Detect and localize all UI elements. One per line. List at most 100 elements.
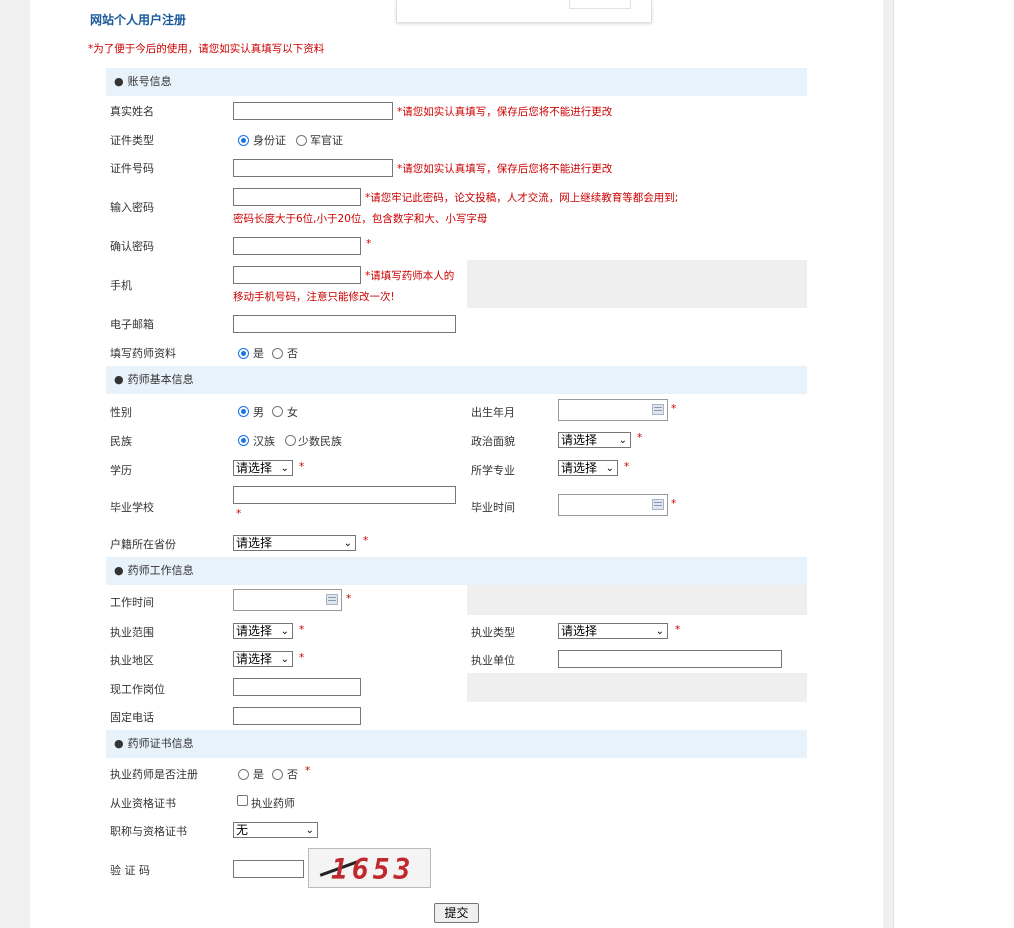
id-type-option-label: 军官证 <box>310 134 343 147</box>
required-star: * <box>305 765 311 777</box>
id-type-radio-officer[interactable] <box>296 135 307 146</box>
chevron-down-icon: ⌄ <box>605 463 614 474</box>
popup-button[interactable] <box>569 0 631 9</box>
required-star: * <box>637 432 643 444</box>
grad-time-label: 毕业时间 <box>471 501 515 514</box>
major-select[interactable]: 请选择 ⌄ <box>558 460 618 476</box>
required-star: * <box>671 498 677 510</box>
password-note-line2: 密码长度大于6位,小于20位，包含数字和大、小写字母 <box>233 213 488 225</box>
pharmacist-info-label: 填写药师资料 <box>110 347 176 360</box>
gray-filler <box>467 585 807 615</box>
chevron-down-icon: ⌄ <box>343 538 352 549</box>
chevron-down-icon: ⌄ <box>280 626 289 637</box>
chevron-down-icon: ⌄ <box>618 435 627 446</box>
option-label: 是 <box>253 768 264 781</box>
mobile-note-line1: *请填写药师本人的 <box>365 270 455 282</box>
option-label: 女 <box>287 406 298 419</box>
birth-date-input[interactable] <box>558 399 668 421</box>
work-time-label: 工作时间 <box>110 596 154 609</box>
chevron-down-icon: ⌄ <box>280 654 289 665</box>
chevron-down-icon: ⌄ <box>305 825 314 836</box>
grad-time-input[interactable] <box>558 494 668 516</box>
page-title: 网站个人用户注册 <box>90 13 187 27</box>
gray-filler <box>467 260 807 308</box>
phone-label: 固定电话 <box>110 711 154 724</box>
political-select[interactable]: 请选择 ⌄ <box>558 432 631 448</box>
major-label: 所学专业 <box>471 464 515 477</box>
captcha-text: 1653 <box>331 853 415 886</box>
gender-label: 性别 <box>110 406 132 419</box>
required-star: * <box>346 593 352 605</box>
practice-type-select[interactable]: 请选择 ⌄ <box>558 623 668 639</box>
captcha-label: 验 证 码 <box>110 864 150 877</box>
pharmacist-info-radio-no[interactable] <box>272 348 283 359</box>
education-select[interactable]: 请选择 ⌄ <box>233 460 293 476</box>
right-blank-panel <box>893 0 1014 928</box>
page-container <box>30 0 883 928</box>
section-basic-header: ● 药师基本信息 <box>106 366 807 394</box>
mobile-label: 手机 <box>110 279 132 292</box>
position-input[interactable] <box>233 678 361 696</box>
id-number-label: 证件号码 <box>110 162 154 175</box>
qualification-option-label: 执业药师 <box>251 797 295 810</box>
registered-radio-no[interactable] <box>272 769 283 780</box>
email-label: 电子邮箱 <box>110 318 154 331</box>
calendar-icon[interactable] <box>326 594 338 605</box>
province-label: 户籍所在省份 <box>110 538 176 551</box>
id-number-note: *请您如实认真填写，保存后您将不能进行更改 <box>397 163 613 175</box>
political-label: 政治面貌 <box>471 435 515 448</box>
mobile-input[interactable] <box>233 266 361 284</box>
required-star: * <box>299 652 305 664</box>
gray-filler <box>467 673 807 702</box>
option-label: 否 <box>287 347 298 360</box>
calendar-icon[interactable] <box>652 499 664 510</box>
practice-type-label: 执业类型 <box>471 626 515 639</box>
registered-label: 执业药师是否注册 <box>110 768 198 781</box>
province-select[interactable]: 请选择 ⌄ <box>233 535 356 551</box>
gender-radio-male[interactable] <box>238 406 249 417</box>
pharmacist-info-radio-yes[interactable] <box>238 348 249 359</box>
real-name-input[interactable] <box>233 102 393 120</box>
option-label: 是 <box>253 347 264 360</box>
gender-radio-female[interactable] <box>272 406 283 417</box>
required-star: * <box>299 624 305 636</box>
id-type-radio-id-card[interactable] <box>238 135 249 146</box>
required-star: * <box>299 461 305 473</box>
section-cert-header: ● 药师证书信息 <box>106 730 807 758</box>
top-popup <box>396 0 652 23</box>
unit-input[interactable] <box>558 650 782 668</box>
bullet-icon: ● <box>114 373 124 386</box>
id-number-input[interactable] <box>233 159 393 177</box>
captcha-image[interactable]: 1653 <box>308 848 431 888</box>
required-star: * <box>624 461 630 473</box>
qualification-label: 从业资格证书 <box>110 797 176 810</box>
phone-input[interactable] <box>233 707 361 725</box>
birth-label: 出生年月 <box>471 406 515 419</box>
required-star: * <box>671 403 677 415</box>
option-label: 汉族 <box>253 435 275 448</box>
school-label: 毕业学校 <box>110 501 154 514</box>
ethnic-radio-minority[interactable] <box>285 435 296 446</box>
registered-radio-yes[interactable] <box>238 769 249 780</box>
confirm-password-input[interactable] <box>233 237 361 255</box>
captcha-input[interactable] <box>233 860 304 878</box>
scope-select[interactable]: 请选择 ⌄ <box>233 623 293 639</box>
qualification-checkbox[interactable] <box>237 795 248 806</box>
region-select[interactable]: 请选择 ⌄ <box>233 651 293 667</box>
real-name-note: *请您如实认真填写，保存后您将不能进行更改 <box>397 106 613 118</box>
bullet-icon: ● <box>114 737 124 750</box>
submit-button[interactable]: 提交 <box>434 903 479 923</box>
bullet-icon: ● <box>114 564 124 577</box>
work-time-input[interactable] <box>233 589 342 611</box>
region-label: 执业地区 <box>110 654 154 667</box>
school-input[interactable] <box>233 486 456 504</box>
title-cert-select[interactable]: 无 ⌄ <box>233 822 318 838</box>
password-input[interactable] <box>233 188 361 206</box>
confirm-password-label: 确认密码 <box>110 240 154 253</box>
ethnic-radio-han[interactable] <box>238 435 249 446</box>
option-label: 否 <box>287 768 298 781</box>
id-type-label: 证件类型 <box>110 134 154 147</box>
calendar-icon[interactable] <box>652 404 664 415</box>
section-work-header: ● 药师工作信息 <box>106 557 807 585</box>
email-input[interactable] <box>233 315 456 333</box>
